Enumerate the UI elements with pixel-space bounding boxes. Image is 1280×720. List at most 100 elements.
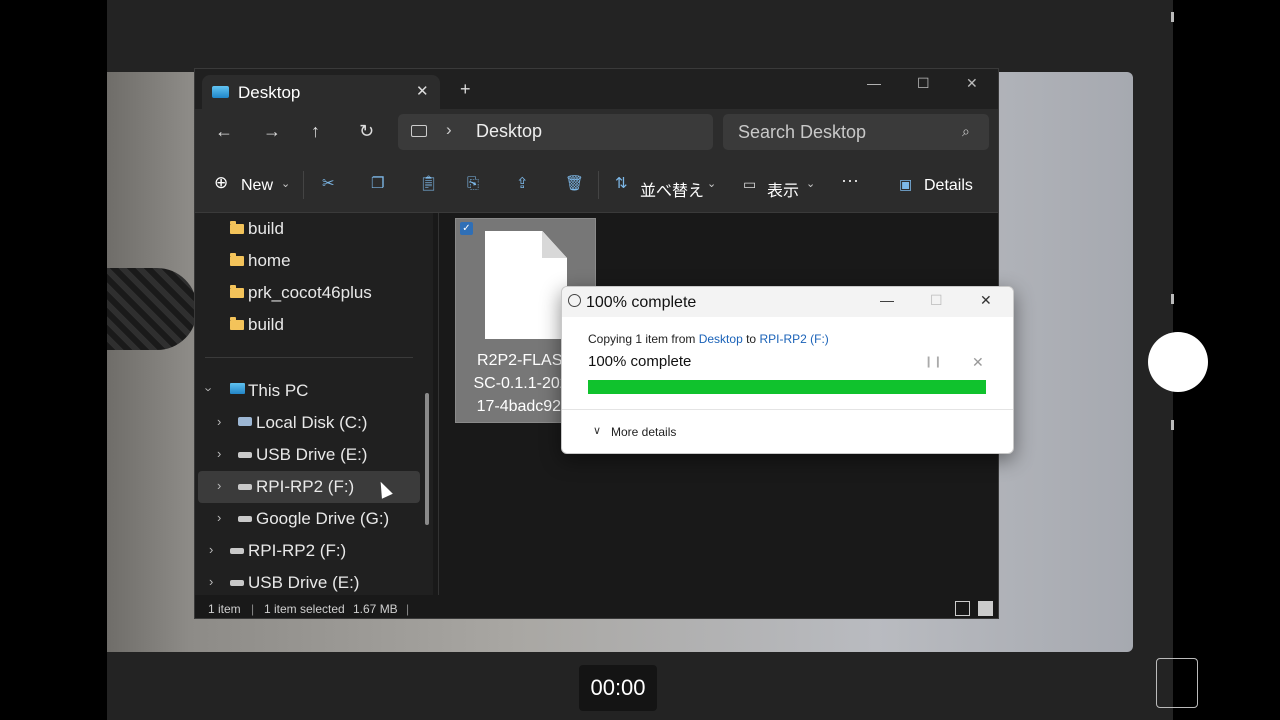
chevron-right-icon[interactable]: ›	[217, 446, 221, 461]
nav-item-build[interactable]: build	[195, 213, 420, 245]
nav-item-build[interactable]: build	[195, 309, 420, 341]
delete-icon[interactable]: 🗑︎	[565, 175, 584, 193]
usb-cable-image	[107, 268, 197, 350]
folder-icon	[230, 253, 244, 266]
desktop-icon	[212, 86, 229, 98]
chevron-down-icon[interactable]: ⌄	[806, 175, 815, 193]
selected-count: 1 item selected	[264, 602, 345, 616]
divider	[598, 171, 599, 199]
cancel-icon[interactable]: ✕	[972, 354, 984, 371]
nav-item-label: build	[248, 219, 284, 238]
copy-description: Copying 1 item from Desktop to RPI-RP2 (…	[588, 332, 829, 346]
nav-item-label: Local Disk (C:)	[256, 413, 368, 432]
cut-icon[interactable]: ✂	[322, 175, 335, 193]
chevron-down-icon[interactable]: ⌄	[281, 175, 290, 193]
nav-item-local-disk-c[interactable]: › Local Disk (C:)	[195, 407, 420, 439]
drive-icon	[238, 484, 252, 490]
nav-item-label: Google Drive (G:)	[256, 509, 390, 528]
copy-icon[interactable]: ❐	[371, 175, 384, 193]
progress-fill	[588, 380, 986, 394]
plus-circle-icon: ⊕	[214, 173, 229, 192]
search-input[interactable]: Search Desktop ⌕	[723, 114, 989, 150]
record-button[interactable]	[1148, 332, 1208, 392]
large-icons-view-icon[interactable]	[978, 601, 993, 616]
more-options-icon[interactable]: ···	[841, 171, 859, 189]
chevron-right-icon[interactable]: ›	[446, 120, 452, 140]
close-tab-icon[interactable]: ✕	[416, 82, 429, 100]
forward-icon[interactable]: →	[263, 122, 281, 140]
paste-icon[interactable]: 📋︎	[419, 175, 438, 193]
nav-item-this-pc[interactable]: › This PC	[195, 375, 420, 407]
checkbox[interactable]: ✓	[460, 222, 473, 235]
close-icon[interactable]: ✕	[980, 292, 992, 309]
nav-item-label: USB Drive (E:)	[256, 445, 368, 464]
side-tick	[1171, 294, 1174, 304]
address-bar[interactable]: › Desktop	[398, 114, 713, 150]
chevron-down-icon[interactable]: ⌄	[707, 175, 716, 193]
more-details-button[interactable]: More details	[611, 425, 676, 439]
nav-item-rpi-rp2-f[interactable]: › RPI-RP2 (F:)	[195, 535, 420, 567]
item-count: 1 item	[208, 602, 241, 616]
back-icon[interactable]: ←	[215, 122, 233, 140]
chevron-right-icon[interactable]: ›	[217, 414, 221, 429]
tab-title: Desktop	[238, 83, 301, 102]
tab-desktop[interactable]: Desktop ✕	[202, 75, 440, 109]
details-button[interactable]: Details	[924, 177, 973, 195]
nav-item-label: RPI-RP2 (F:)	[248, 541, 347, 560]
nav-item-usb-drive-e[interactable]: › USB Drive (E:)	[195, 439, 420, 471]
divider	[303, 171, 304, 199]
clock-icon	[568, 294, 581, 307]
scrollbar[interactable]	[425, 393, 429, 525]
copy-prefix: Copying 1 item from	[588, 332, 696, 346]
source-link[interactable]: Desktop	[699, 332, 743, 346]
details-pane-icon: ▣	[899, 176, 913, 192]
minimize-icon[interactable]: —	[880, 292, 894, 308]
progress-text: 100% complete	[588, 353, 692, 370]
new-button[interactable]: New	[241, 177, 273, 195]
chevron-down-icon[interactable]: ›	[202, 387, 217, 391]
command-bar: ⊕ New ⌄ ✂ ❐ 📋︎ ⎘ ⇪ 🗑︎ ⇅ 並べ替え ⌄ ▭ 表示 ⌄ ··…	[195, 157, 998, 213]
status-separator: |	[251, 602, 255, 616]
pc-icon	[230, 383, 245, 394]
view-button[interactable]: 表示	[767, 177, 799, 201]
new-tab-button[interactable]: +	[460, 80, 471, 98]
nav-item-label: USB Drive (E:)	[248, 573, 360, 592]
minimize-icon[interactable]: —	[867, 75, 881, 91]
close-window-icon[interactable]: ✕	[966, 75, 978, 92]
copy-progress-dialog: 100% complete — ☐ ✕ Copying 1 item from …	[561, 286, 1014, 454]
drive-icon	[230, 548, 244, 554]
chevron-right-icon[interactable]: ›	[209, 542, 213, 557]
destination-link[interactable]: RPI-RP2 (F:)	[759, 332, 828, 346]
details-view-icon[interactable]	[955, 601, 970, 616]
nav-item-label: This PC	[248, 381, 309, 400]
up-icon[interactable]: ↑	[311, 122, 320, 140]
side-control[interactable]	[1156, 658, 1198, 708]
chevron-right-icon[interactable]: ›	[209, 574, 213, 589]
chevron-down-icon[interactable]: ∨	[593, 424, 601, 437]
dialog-title: 100% complete	[586, 294, 697, 311]
nav-item-home[interactable]: home	[195, 245, 420, 277]
nav-item-google-drive-g[interactable]: › Google Drive (G:)	[195, 503, 420, 535]
refresh-icon[interactable]: ↻	[359, 122, 374, 140]
local-disk-icon	[238, 417, 252, 426]
breadcrumb[interactable]: Desktop	[476, 121, 542, 142]
progress-bar	[588, 380, 986, 394]
copy-to-word: to	[746, 332, 757, 346]
folder-icon	[230, 317, 244, 330]
chevron-right-icon[interactable]: ›	[217, 510, 221, 525]
divider	[438, 213, 439, 595]
nav-item-prk-cocot46plus[interactable]: prk_cocot46plus	[195, 277, 420, 309]
dialog-titlebar: 100% complete — ☐ ✕	[562, 287, 1013, 317]
tab-bar: Desktop ✕ + — ☐ ✕	[195, 69, 998, 109]
view-icon: ▭	[743, 176, 757, 192]
chevron-right-icon[interactable]: ›	[217, 478, 221, 493]
maximize-icon[interactable]: ☐	[917, 75, 930, 92]
search-icon[interactable]: ⌕	[962, 123, 970, 140]
pause-icon[interactable]: ❙❙	[924, 355, 942, 368]
status-bar: 1 item | 1 item selected 1.67 MB |	[195, 595, 998, 618]
sort-button[interactable]: 並べ替え	[640, 177, 704, 201]
nav-item-label: RPI-RP2 (F:)	[256, 477, 355, 496]
drive-icon	[238, 452, 252, 458]
rename-icon[interactable]: ⎘	[467, 175, 479, 193]
share-icon[interactable]: ⇪	[516, 175, 529, 193]
